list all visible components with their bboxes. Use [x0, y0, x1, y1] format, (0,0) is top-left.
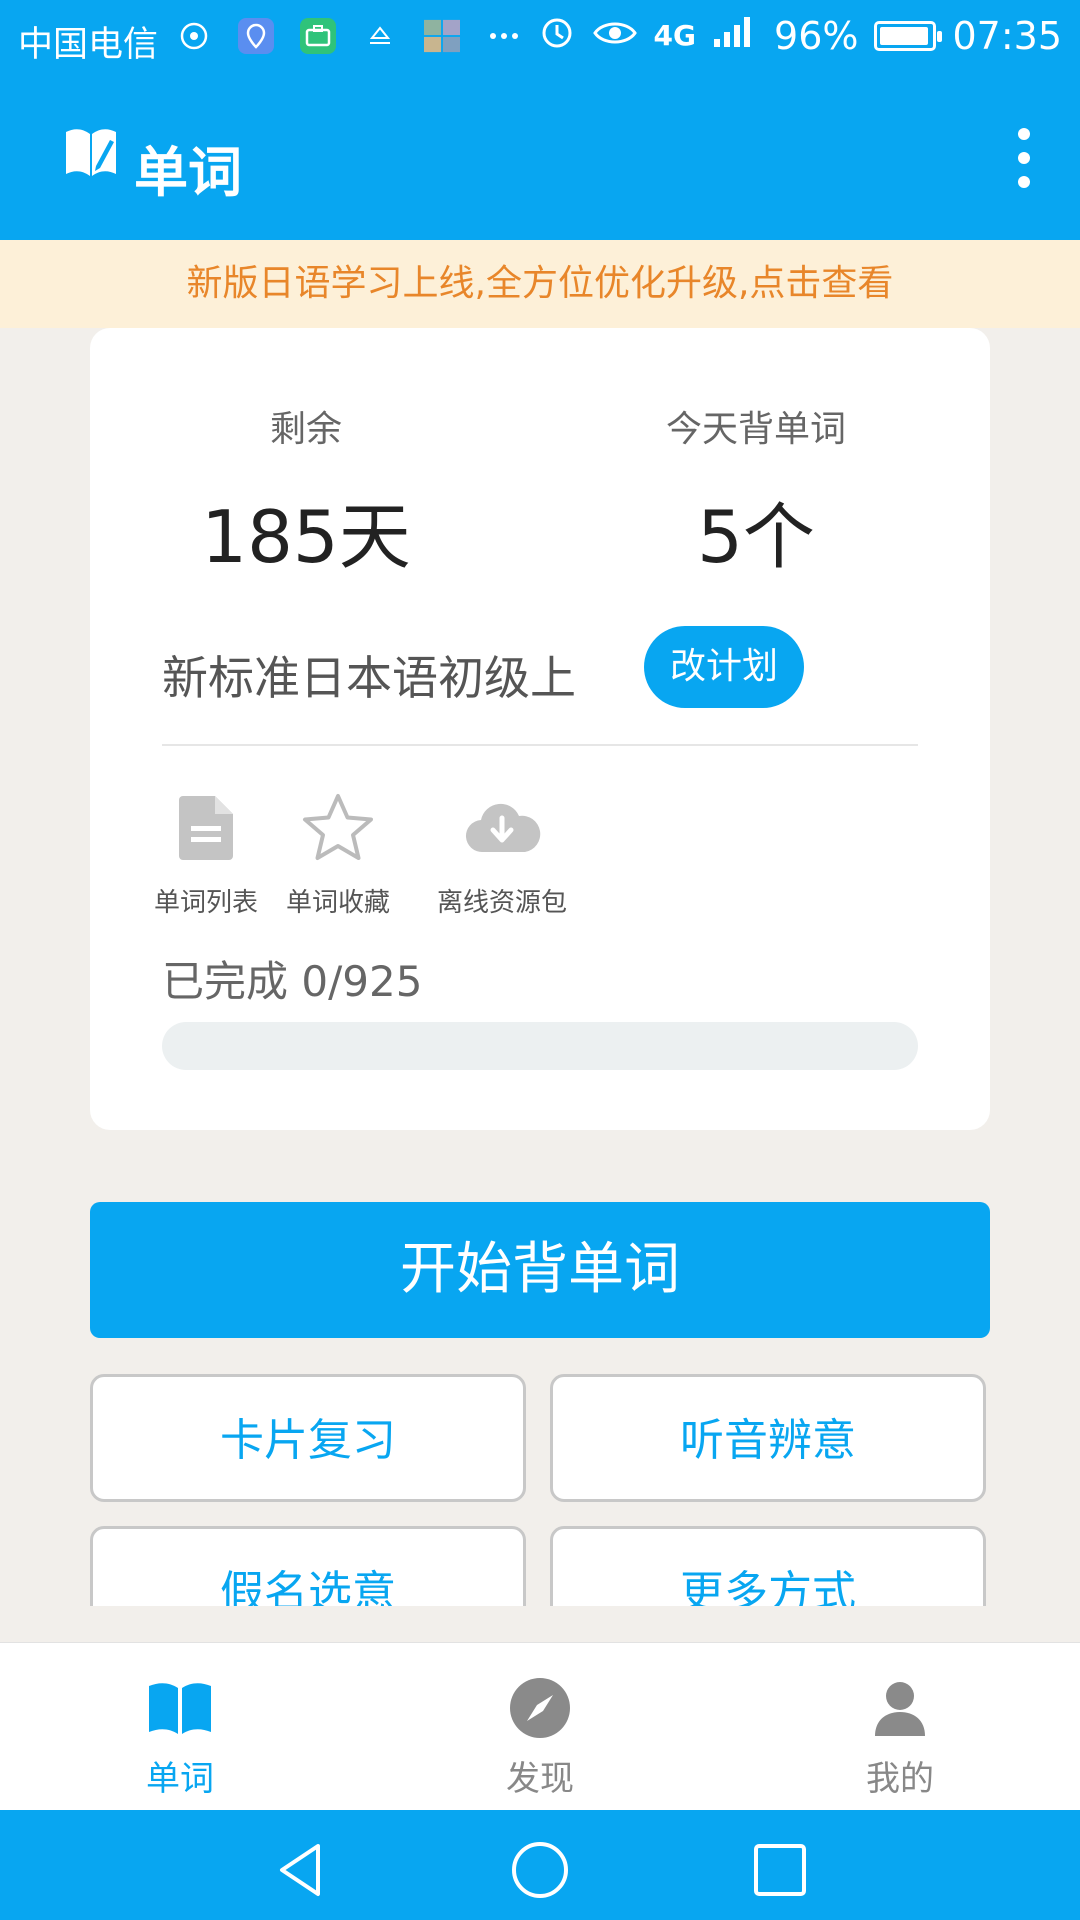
change-plan-button[interactable]: 改计划 — [644, 626, 804, 708]
nav-mine-label: 我的 — [866, 1759, 934, 1799]
location-icon — [238, 18, 274, 54]
status-right: 4G 96% 07:35 — [538, 12, 1062, 59]
word-favorites-label: 单词收藏 — [285, 888, 390, 918]
progress-bar — [162, 1022, 918, 1070]
progress-value: 0/925 — [301, 957, 423, 1006]
battery-icon — [874, 20, 943, 51]
word-list-button[interactable]: 单词列表 — [136, 788, 276, 919]
today-value: 5个 — [697, 495, 815, 579]
eye-icon — [592, 14, 638, 58]
plan-name: 新标准日本语初级上 — [162, 651, 576, 705]
briefcase-icon — [300, 18, 336, 54]
system-nav-bar — [0, 1810, 1080, 1920]
more-modes-button[interactable]: 更多方式 — [550, 1526, 986, 1606]
book-icon — [80, 1673, 280, 1743]
home-icon[interactable] — [510, 1840, 570, 1900]
nav-words[interactable]: 单词 — [80, 1673, 280, 1800]
battery-percent: 96% — [774, 13, 859, 58]
start-memorize-button[interactable]: 开始背单词 — [90, 1202, 990, 1338]
document-icon — [136, 788, 276, 868]
nav-discover-label: 发现 — [506, 1759, 574, 1799]
signal-icon — [712, 13, 758, 58]
more-vertical-icon[interactable] — [1012, 128, 1036, 188]
book-pen-icon — [62, 122, 120, 184]
word-list-label: 单词列表 — [153, 888, 258, 918]
nav-mine[interactable]: 我的 — [800, 1673, 1000, 1800]
remaining-label: 剩余 — [269, 409, 342, 450]
progress-text: 已完成 0/925 — [162, 948, 422, 1009]
page-title: 单词 — [134, 141, 242, 204]
divider — [162, 744, 918, 746]
status-bar: 中国电信 4G 96% 07:35 — [0, 0, 1080, 76]
back-icon[interactable] — [272, 1840, 332, 1900]
network-type-label: 4G — [653, 19, 697, 52]
upload-icon — [362, 18, 398, 54]
announcement-banner[interactable]: 新版日语学习上线,全方位优化升级,点击查看 — [0, 240, 1080, 328]
modes-scroll-clip: 假名选意 更多方式 — [0, 1370, 1080, 1606]
word-favorites-button[interactable]: 单词收藏 — [268, 788, 408, 919]
compass-icon — [440, 1673, 640, 1743]
cloud-download-icon — [422, 788, 582, 868]
today-label: 今天背单词 — [665, 409, 846, 450]
star-icon — [268, 788, 408, 868]
clock: 07:35 — [952, 13, 1062, 58]
gallery-icon — [424, 18, 460, 54]
bottom-nav: 单词 发现 我的 — [0, 1642, 1080, 1811]
notification-icons — [176, 18, 522, 54]
antenna-icon — [176, 18, 212, 54]
recents-icon[interactable] — [750, 1840, 810, 1900]
kana-choice-button[interactable]: 假名选意 — [90, 1526, 526, 1606]
remaining-value: 185天 — [201, 495, 411, 579]
nav-discover[interactable]: 发现 — [440, 1673, 640, 1800]
progress-label: 已完成 — [162, 957, 289, 1006]
app-bar: 单词 — [0, 76, 1080, 240]
more-notifications-icon — [486, 18, 522, 54]
carrier-label: 中国电信 — [18, 25, 159, 65]
alarm-icon — [538, 12, 576, 59]
offline-package-label: 离线资源包 — [436, 888, 567, 918]
offline-package-button[interactable]: 离线资源包 — [422, 788, 582, 919]
plan-card: 剩余 185天 今天背单词 5个 新标准日本语初级上 改计划 单词列表 单词收藏… — [90, 328, 990, 1130]
nav-words-label: 单词 — [146, 1759, 214, 1799]
person-icon — [800, 1673, 1000, 1743]
